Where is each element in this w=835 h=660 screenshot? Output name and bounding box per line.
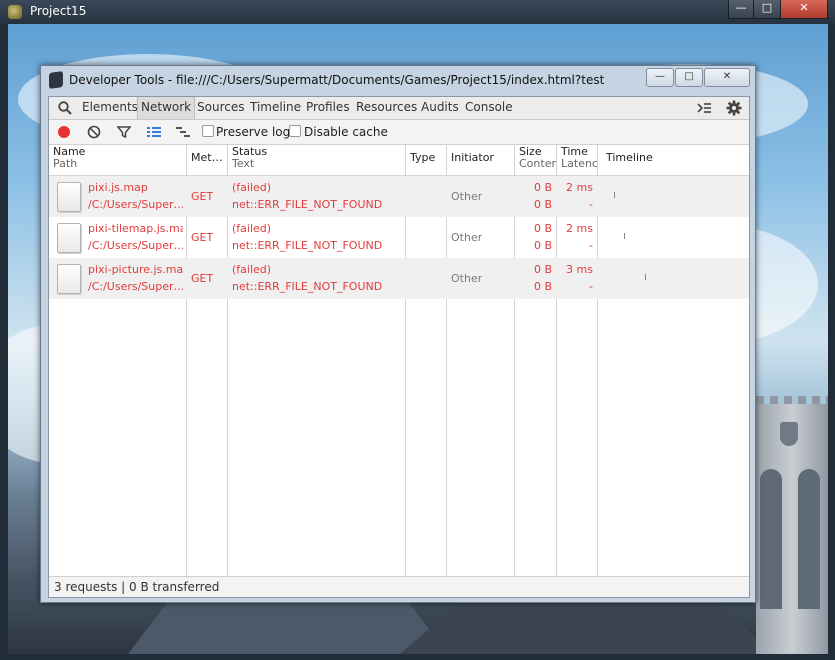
request-status: (failed) [232, 263, 272, 276]
file-icon [57, 182, 81, 212]
request-path: /C:/Users/Super… [88, 280, 183, 293]
preserve-log-checkbox[interactable] [202, 125, 214, 137]
request-initiator: Other [451, 231, 483, 244]
request-time: 3 ms [566, 263, 593, 276]
request-content-size: 0 B [533, 198, 552, 211]
network-status-bar: 3 requests | 0 B transferred [49, 576, 749, 597]
waterfall-icon[interactable] [175, 124, 191, 140]
devtools-maximize-button[interactable]: □ [675, 68, 703, 87]
table-row[interactable]: pixi-tilemap.js.map /C:/Users/Super… GET… [49, 217, 749, 258]
devtools-content: Elements Network Sources Timeline Profil… [48, 96, 750, 598]
request-status-text: net::ERR_FILE_NOT_FOUND [232, 280, 383, 293]
request-latency: - [589, 280, 593, 293]
game-window-title: Project15 [30, 4, 87, 18]
col-size-header[interactable]: Size Conter [519, 146, 556, 170]
preserve-log-label: Preserve log [216, 125, 291, 139]
request-status: (failed) [232, 222, 272, 235]
table-row[interactable]: pixi-picture.js.map /C:/Users/Super… GET… [49, 258, 749, 299]
request-initiator: Other [451, 190, 483, 203]
record-icon[interactable] [56, 124, 72, 140]
request-method: GET [191, 231, 214, 244]
request-path: /C:/Users/Super… [88, 239, 183, 252]
request-time: 2 ms [566, 222, 593, 235]
request-latency: - [589, 198, 593, 211]
request-method: GET [191, 190, 214, 203]
disable-cache-label: Disable cache [304, 125, 388, 139]
shield-emblem [780, 422, 798, 446]
tab-console[interactable]: Console [465, 97, 513, 119]
col-type-header[interactable]: Type [410, 152, 435, 164]
request-size: 0 B [533, 181, 552, 194]
tab-sources[interactable]: Sources [197, 97, 244, 119]
request-table: Name Path Met… Status Text Type Initiator … [49, 145, 749, 577]
devtools-window: Developer Tools - file:///C:/Users/Super… [40, 65, 756, 603]
panel-tab-bar: Elements Network Sources Timeline Profil… [49, 97, 749, 120]
request-method: GET [191, 272, 214, 285]
request-initiator: Other [451, 272, 483, 285]
request-path: /C:/Users/Super… [88, 198, 183, 211]
col-name-header[interactable]: Name Path [53, 146, 85, 170]
request-name[interactable]: pixi-tilemap.js.map [88, 222, 183, 235]
close-button[interactable]: ✕ [780, 0, 828, 19]
list-view-icon[interactable] [146, 124, 162, 140]
timeline-bar [645, 274, 646, 280]
gear-icon[interactable] [726, 100, 742, 116]
tab-resources[interactable]: Resources [356, 97, 417, 119]
request-name[interactable]: pixi.js.map [88, 181, 148, 194]
file-icon [57, 264, 81, 294]
file-icon [57, 223, 81, 253]
app-icon [8, 5, 22, 19]
request-size: 0 B [533, 263, 552, 276]
col-timeline-header[interactable]: Timeline [606, 152, 653, 164]
request-status-text: net::ERR_FILE_NOT_FOUND [232, 239, 383, 252]
disable-cache-checkbox[interactable] [289, 125, 301, 137]
devtools-app-icon [49, 71, 63, 89]
devtools-minimize-button[interactable]: — [646, 68, 674, 87]
col-status-header[interactable]: Status Text [232, 146, 267, 170]
table-row[interactable]: pixi.js.map /C:/Users/Super… GET (failed… [49, 176, 749, 217]
timeline-bar [614, 192, 615, 198]
devtools-titlebar: Developer Tools - file:///C:/Users/Super… [41, 66, 755, 94]
devtools-title: Developer Tools - file:///C:/Users/Super… [69, 73, 605, 87]
tab-profiles[interactable]: Profiles [306, 97, 350, 119]
table-header: Name Path Met… Status Text Type Initiator … [49, 145, 749, 176]
request-summary: 3 requests | 0 B transferred [54, 580, 220, 594]
request-content-size: 0 B [533, 280, 552, 293]
col-time-header[interactable]: Time Latenc [561, 146, 598, 170]
request-latency: - [589, 239, 593, 252]
request-status: (failed) [232, 181, 272, 194]
tab-network[interactable]: Network [137, 97, 196, 119]
request-name[interactable]: pixi-picture.js.map [88, 263, 183, 276]
col-method-header[interactable]: Met… [191, 152, 223, 164]
network-toolbar: Preserve log Disable cache [49, 120, 749, 145]
game-window-titlebar: Project15 — □ ✕ [0, 0, 835, 24]
devtools-close-button[interactable]: ✕ [704, 68, 750, 87]
filter-icon[interactable] [116, 124, 132, 140]
request-size: 0 B [533, 222, 552, 235]
minimize-button[interactable]: — [728, 0, 754, 19]
tab-audits[interactable]: Audits [421, 97, 459, 119]
tab-elements[interactable]: Elements [82, 97, 138, 119]
maximize-button[interactable]: □ [753, 0, 781, 19]
request-status-text: net::ERR_FILE_NOT_FOUND [232, 198, 383, 211]
timeline-bar [624, 233, 625, 239]
clear-icon[interactable] [86, 124, 102, 140]
search-icon[interactable] [57, 100, 73, 116]
col-initiator-header[interactable]: Initiator [451, 152, 494, 164]
console-drawer-icon[interactable] [696, 100, 712, 116]
tab-timeline[interactable]: Timeline [250, 97, 301, 119]
request-time: 2 ms [566, 181, 593, 194]
request-content-size: 0 B [533, 239, 552, 252]
